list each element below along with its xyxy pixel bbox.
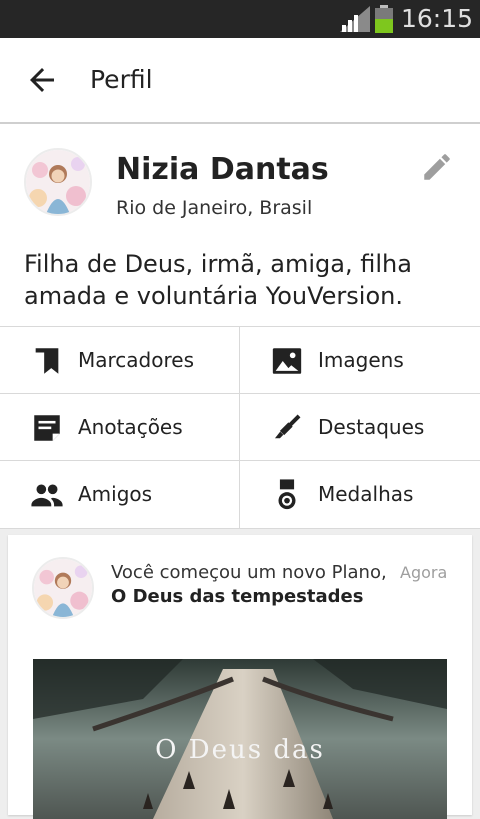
status-time: 16:15 <box>401 4 474 33</box>
activity-card[interactable]: Você começou um novo Plano, O Deus das t… <box>8 535 472 819</box>
profile-header: Nizia Dantas Rio de Janeiro, Brasil Filh… <box>0 124 480 326</box>
activity-prefix: Você começou um novo Plano, <box>111 562 387 583</box>
people-icon <box>31 484 63 507</box>
image-icon <box>272 348 302 374</box>
medal-icon <box>278 479 296 510</box>
bookmark-icon <box>35 348 59 374</box>
activity-time: Agora <box>400 563 448 582</box>
menu-item-bookmarks[interactable]: Marcadores <box>0 327 239 393</box>
signal-icon <box>340 6 370 32</box>
profile-location: Rio de Janeiro, Brasil <box>116 197 313 219</box>
menu-item-label: Medalhas <box>318 482 414 506</box>
activity-avatar[interactable] <box>32 557 94 619</box>
highlighter-icon <box>274 414 301 439</box>
page-title: Perfil <box>90 65 153 94</box>
menu-item-highlights[interactable]: Destaques <box>240 394 479 460</box>
menu-item-label: Imagens <box>318 348 404 372</box>
profile-bio: Filha de Deus, irmã, amiga, filha amada … <box>24 250 412 310</box>
menu-item-label: Amigos <box>78 482 153 506</box>
pencil-icon[interactable] <box>420 150 454 184</box>
menu-item-label: Destaques <box>318 415 425 439</box>
menu-item-medals[interactable]: Medalhas <box>240 461 479 527</box>
profile-name: Nizia Dantas <box>116 152 329 187</box>
note-icon <box>34 415 60 441</box>
menu-item-friends[interactable]: Amigos <box>0 461 239 527</box>
battery-icon <box>375 5 393 33</box>
menu-item-images[interactable]: Imagens <box>240 327 479 393</box>
arrow-back-icon[interactable] <box>24 62 60 98</box>
profile-menu-grid: Marcadores Imagens Anotações Destaques A… <box>0 326 480 529</box>
activity-text: Você começou um novo Plano, O Deus das t… <box>111 561 391 609</box>
status-bar: 16:15 <box>0 0 480 38</box>
plan-image-caption: O Deus das <box>155 735 325 765</box>
plan-name-link[interactable]: O Deus das tempestades <box>111 586 363 607</box>
app-bar: Perfil <box>0 38 480 124</box>
avatar[interactable] <box>24 148 92 216</box>
menu-item-notes[interactable]: Anotações <box>0 394 239 460</box>
menu-item-label: Marcadores <box>78 348 194 372</box>
plan-image[interactable]: O Deus das <box>33 659 447 819</box>
menu-item-label: Anotações <box>78 415 183 439</box>
